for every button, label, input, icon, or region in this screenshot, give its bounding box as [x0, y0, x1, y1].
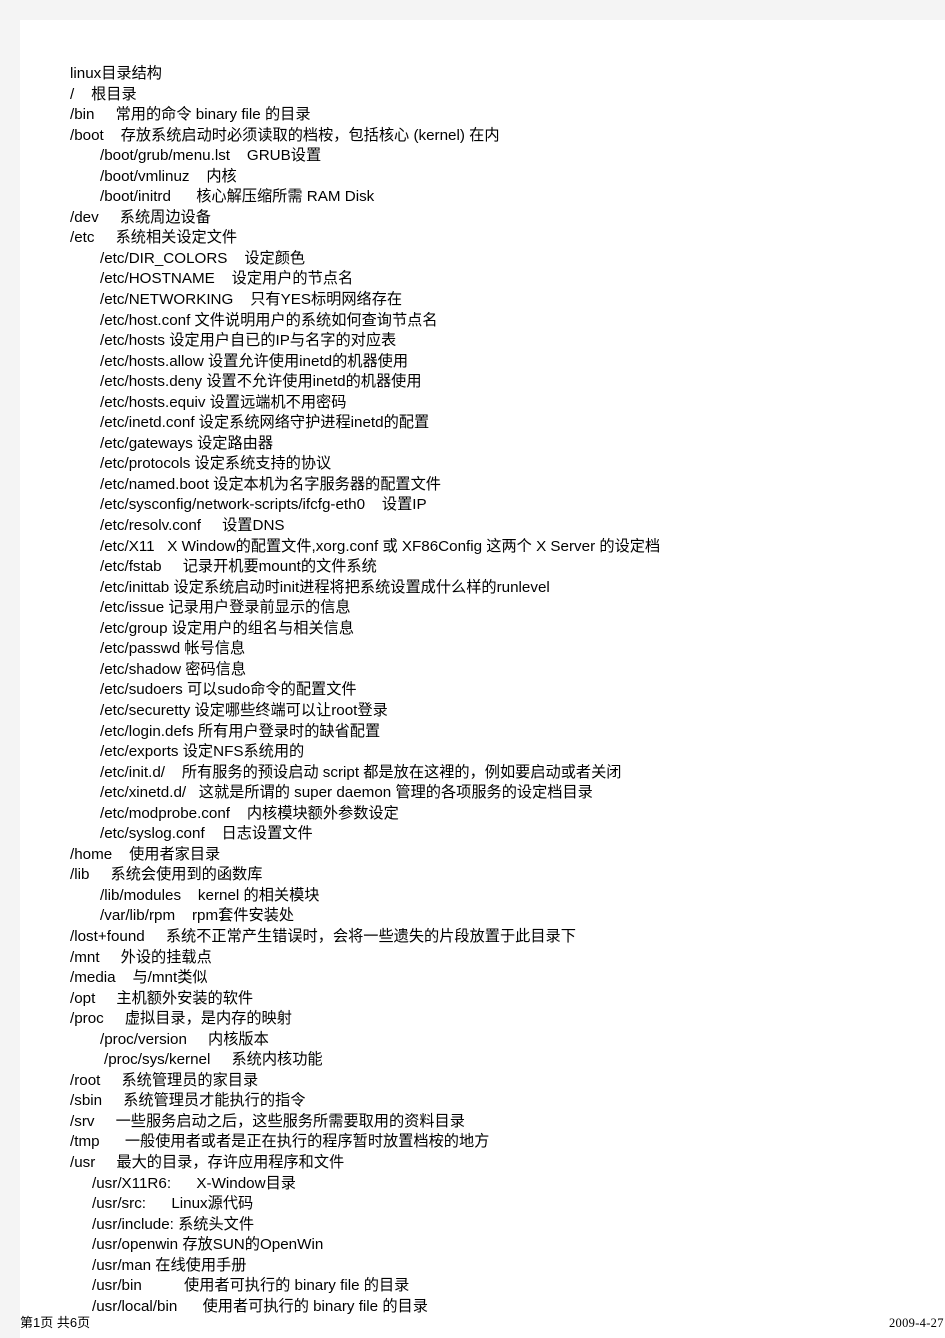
- document-line: / 根目录: [70, 85, 137, 103]
- document-line: /mnt 外设的挂载点: [70, 948, 212, 966]
- document-line: /usr/include: 系统头文件: [92, 1215, 255, 1233]
- document-line: /lost+found 系统不正常产生错误时，会将一些遗失的片段放置于此目录下: [70, 927, 576, 945]
- document-line: /boot/grub/menu.lst GRUB设置: [100, 147, 322, 165]
- document-line: /etc/host.conf 文件说明用户的系统如何查询节点名: [100, 311, 438, 329]
- document-line: linux目录结构: [70, 65, 162, 82]
- page-footer: 第1页 共6页 2009-4-27 17:3: [20, 1311, 945, 1331]
- document-line: /etc/passwd 帐号信息: [100, 640, 246, 658]
- document-line: /sbin 系统管理员才能执行的指令: [70, 1092, 306, 1110]
- document-line: /media 与/mnt类似: [70, 969, 208, 987]
- document-line: /etc/issue 记录用户登录前显示的信息: [100, 599, 351, 617]
- document-line: /etc/resolv.conf 设置DNS: [100, 517, 285, 535]
- document-line: /usr/src: Linux源代码: [92, 1195, 254, 1213]
- document-line: /bin 常用的命令 binary file 的目录: [70, 106, 311, 124]
- document-line: /var/lib/rpm rpm套件安装处: [100, 907, 295, 925]
- document-line: /etc/hosts.equiv 设置远端机不用密码: [100, 393, 347, 411]
- document-line: /etc/DIR_COLORS 设定颜色: [100, 249, 306, 267]
- document-line: /lib/modules kernel 的相关模块: [100, 886, 320, 904]
- document-line: /etc/exports 设定NFS系统用的: [100, 743, 305, 761]
- document-line: /etc/protocols 设定系统支持的协议: [100, 455, 332, 473]
- document-line: /boot 存放系统启动时必须读取的档桉，包括核心 (kernel) 在内: [70, 126, 500, 144]
- document-line: /etc/inetd.conf 设定系统网络守护进程inetd的配置: [100, 414, 430, 432]
- document-line: /etc 系统相关设定文件: [70, 229, 238, 247]
- document-line: /etc/login.defs 所有用户登录时的缺省配置: [100, 722, 381, 740]
- document-line: /etc/inittab 设定系统启动时init进程将把系统设置成什么样的run…: [100, 578, 550, 596]
- document-line: /proc/sys/kernel 系统内核功能: [104, 1051, 323, 1069]
- document-line: /boot/vmlinuz 内核: [100, 167, 237, 185]
- document-line: /etc/shadow 密码信息: [100, 660, 247, 678]
- document-line: /etc/init.d/ 所有服务的预设启动 script 都是放在这裡的，例如…: [100, 763, 622, 781]
- document-line: /etc/hosts.deny 设置不允许使用inetd的机器使用: [100, 373, 422, 391]
- document-line: /usr/bin 使用者可执行的 binary file 的目录: [92, 1277, 410, 1295]
- document-line: /proc/version 内核版本: [100, 1030, 269, 1048]
- document-line: /srv 一些服务启动之后，这些服务所需要取用的资料目录: [70, 1112, 465, 1130]
- document-line: /etc/group 设定用户的组名与相关信息: [100, 619, 355, 637]
- document-line: /etc/X11 X Window的配置文件,xorg.conf 或 XF86C…: [100, 537, 661, 555]
- document-line: /lib 系统会使用到的函数库: [70, 866, 263, 884]
- document-line: /etc/NETWORKING 只有YES标明网络存在: [100, 291, 403, 309]
- document-line: /opt 主机额外安装的软件: [70, 989, 254, 1007]
- document-line: /root 系统管理员的家目录: [70, 1071, 259, 1089]
- document-line: /etc/named.boot 设定本机为名字服务器的配置文件: [100, 475, 441, 493]
- document-line: /etc/xinetd.d/ 这就是所谓的 super daemon 管理的各项…: [100, 784, 593, 802]
- document-line: /etc/hosts.allow 设置允许使用inetd的机器使用: [100, 352, 409, 370]
- document-text-body: linux目录结构 / 根目录/bin 常用的命令 binary file 的目录…: [70, 64, 941, 1317]
- document-line: /proc 虚拟目录，是内存的映射: [70, 1010, 292, 1028]
- document-line: /etc/fstab 记录开机要mount的文件系统: [100, 558, 377, 576]
- document-line: /dev 系统周边设备: [70, 208, 211, 226]
- document-line: /usr/openwin 存放SUN的OpenWin: [92, 1236, 324, 1254]
- document-line: /etc/HOSTNAME 设定用户的节点名: [100, 270, 354, 288]
- document-line: /etc/modprobe.conf 内核模块额外参数设定: [100, 804, 399, 822]
- document-page: linux目录结构 / 根目录/bin 常用的命令 binary file 的目录…: [20, 20, 945, 1338]
- document-line: /etc/sudoers 可以sudo命令的配置文件: [100, 681, 357, 699]
- document-line: /home 使用者家目录: [70, 845, 221, 863]
- document-line: /etc/syslog.conf 日志设置文件: [100, 825, 313, 843]
- document-line: /etc/securetty 设定哪些终端可以让root登录: [100, 701, 388, 719]
- page-number-label: 第1页 共6页: [20, 1315, 91, 1330]
- document-line: /usr/X11R6: X-Window目录: [92, 1174, 296, 1192]
- document-line: /tmp 一般使用者或者是正在执行的程序暂时放置档桉的地方: [70, 1133, 490, 1151]
- document-line: /usr 最大的目录，存许应用程序和文件: [70, 1153, 345, 1171]
- footer-timestamp: 2009-4-27 17:3: [889, 1316, 944, 1330]
- document-line: /usr/man 在线使用手册: [92, 1256, 247, 1274]
- document-line: /boot/initrd 核心解压缩所需 RAM Disk: [100, 188, 375, 206]
- document-line: /etc/gateways 设定路由器: [100, 434, 274, 452]
- document-line: /etc/sysconfig/network-scripts/ifcfg-eth…: [100, 496, 427, 514]
- document-line: /etc/hosts 设定用户自已的IP与名字的对应表: [100, 332, 397, 350]
